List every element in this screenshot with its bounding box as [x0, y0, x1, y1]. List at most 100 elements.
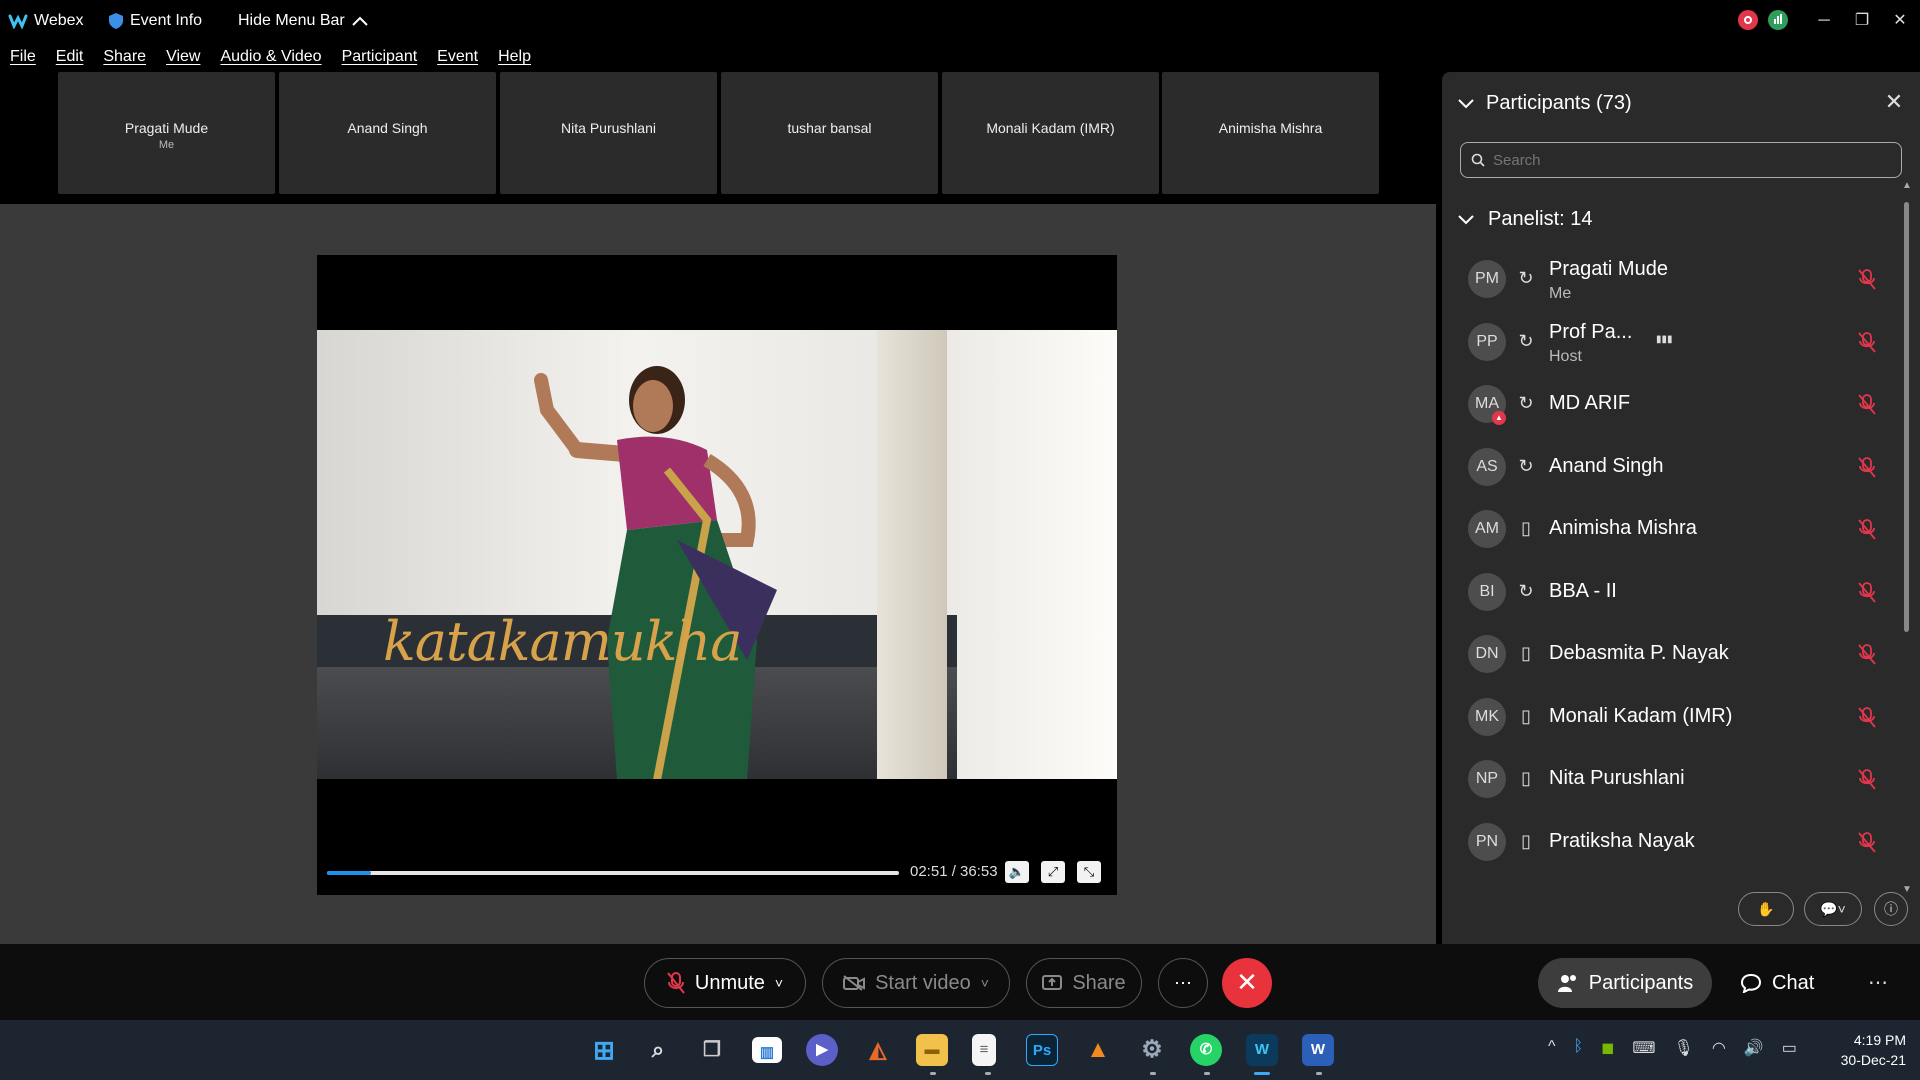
thumbnail-animisha-mishra[interactable]: Animisha Mishra: [1162, 72, 1379, 194]
thumbnail-anand-singh[interactable]: Anand Singh: [279, 72, 496, 194]
participant-name: Monali Kadam (IMR): [1549, 704, 1733, 727]
notepad-icon[interactable]: ≡: [972, 1034, 996, 1066]
participant-name: Animisha Mishra: [1549, 517, 1697, 539]
scroll-down-icon[interactable]: ▼: [1902, 884, 1912, 895]
leave-meeting-button[interactable]: ✕: [1222, 958, 1272, 1008]
muted-mic-icon[interactable]: [1856, 268, 1878, 290]
thumbnail-monali-kadam[interactable]: Monali Kadam (IMR): [942, 72, 1159, 194]
participant-row[interactable]: NP ▯ Nita Purushlani: [1442, 748, 1902, 811]
menu-participant[interactable]: Participant: [332, 44, 428, 72]
participant-row[interactable]: AS ↻ Anand Singh: [1442, 436, 1902, 499]
webex-taskbar-icon[interactable]: W: [1246, 1034, 1278, 1066]
teams-chat-icon[interactable]: ▶: [806, 1034, 838, 1066]
photoshop-icon[interactable]: Ps: [1026, 1034, 1058, 1066]
more-options-button[interactable]: ⋯: [1158, 958, 1208, 1008]
matlab-icon[interactable]: ◭: [862, 1034, 894, 1066]
menu-share[interactable]: Share: [93, 44, 156, 72]
scroll-thumb[interactable]: [1904, 202, 1909, 632]
search-input[interactable]: [1493, 151, 1873, 169]
close-window-icon[interactable]: ✕: [1882, 6, 1918, 36]
whatsapp-icon[interactable]: ✆: [1190, 1034, 1222, 1066]
search-icon[interactable]: ⌕: [642, 1034, 674, 1066]
menu-view[interactable]: View: [156, 44, 210, 72]
vlc-icon[interactable]: ▲: [1082, 1034, 1114, 1066]
nvidia-icon[interactable]: ◼: [1601, 1038, 1614, 1058]
task-view-icon[interactable]: ❐: [696, 1034, 728, 1066]
expand-icon[interactable]: ⤢: [1041, 861, 1065, 883]
hide-menu-bar-button[interactable]: Hide Menu Bar: [238, 12, 369, 30]
muted-mic-icon[interactable]: [1856, 456, 1878, 478]
participant-row[interactable]: PM ↻ Pragati Mude Me: [1442, 248, 1902, 311]
muted-mic-icon[interactable]: [1856, 768, 1878, 790]
widgets-icon[interactable]: ▥: [752, 1037, 782, 1063]
muted-mic-icon[interactable]: [1856, 393, 1878, 415]
reactions-button[interactable]: 💬˅: [1804, 892, 1862, 926]
start-video-button[interactable]: Start video ˅: [822, 958, 1010, 1008]
volume-icon[interactable]: 🔈: [1005, 861, 1029, 883]
participants-panel-header[interactable]: Participants (73): [1458, 92, 1632, 115]
video-frame: katakamukha: [317, 330, 1117, 779]
participant-row[interactable]: AM ▯ Animisha Mishra: [1442, 498, 1902, 561]
microphone-icon[interactable]: 🎙: [1674, 1038, 1694, 1058]
shared-video-player[interactable]: katakamukha 02:51 / 36:53 🔈 ⤢ ⤡: [317, 255, 1117, 895]
network-stats-icon[interactable]: [1768, 10, 1788, 30]
thumbnail-sub: Me: [158, 139, 175, 151]
menu-help[interactable]: Help: [488, 44, 541, 72]
wifi-icon[interactable]: ◠: [1712, 1038, 1726, 1058]
muted-mic-icon[interactable]: [1856, 581, 1878, 603]
participants-button[interactable]: Participants: [1538, 958, 1712, 1008]
minimize-icon[interactable]: ─: [1806, 6, 1842, 36]
muted-mic-icon[interactable]: [1856, 831, 1878, 853]
thumbnail-tushar-bansal[interactable]: tushar bansal: [721, 72, 938, 194]
restore-icon[interactable]: ❐: [1844, 6, 1880, 36]
participant-name: Anand Singh: [1549, 454, 1664, 477]
chevron-down-icon[interactable]: ˅: [981, 975, 989, 991]
chevron-down-icon[interactable]: ˅: [775, 975, 783, 991]
bluetooth-icon[interactable]: ᛒ: [1574, 1038, 1584, 1058]
share-button[interactable]: Share: [1026, 958, 1142, 1008]
menu-edit[interactable]: Edit: [46, 44, 94, 72]
close-panel-icon[interactable]: ✕: [1880, 88, 1908, 116]
volume-tray-icon[interactable]: 🔊: [1744, 1038, 1764, 1058]
muted-mic-icon[interactable]: [1856, 518, 1878, 540]
keyboard-icon[interactable]: ⌨: [1632, 1038, 1655, 1058]
chevron-up-icon[interactable]: ^: [1548, 1038, 1556, 1058]
menu-file[interactable]: File: [0, 44, 46, 72]
raise-hand-button[interactable]: ✋: [1738, 892, 1794, 926]
unmute-button[interactable]: Unmute ˅: [644, 958, 806, 1008]
panelist-count: Panelist: 14: [1488, 208, 1593, 230]
start-icon[interactable]: ⊞: [588, 1034, 620, 1066]
participant-row[interactable]: MK ▯ Monali Kadam (IMR): [1442, 686, 1902, 749]
fullscreen-icon[interactable]: ⤡: [1077, 861, 1101, 883]
muted-mic-icon[interactable]: [1856, 643, 1878, 665]
participant-name: Prof Pa...: [1549, 320, 1633, 343]
video-seek-bar[interactable]: [327, 871, 899, 875]
recording-icon[interactable]: [1738, 10, 1758, 30]
participants-panel-title: Participants (73): [1486, 92, 1632, 114]
participant-row[interactable]: BI ↻ BBA - II: [1442, 561, 1902, 624]
menu-event[interactable]: Event: [427, 44, 488, 72]
muted-mic-icon[interactable]: [1856, 706, 1878, 728]
participant-row[interactable]: DN ▯ Debasmita P. Nayak: [1442, 623, 1902, 686]
participant-row[interactable]: MA ▲ ↻ MD ARIF: [1442, 373, 1902, 436]
thumbnail-nita-purushlani[interactable]: Nita Purushlani: [500, 72, 717, 194]
participant-row[interactable]: PN ▯ Pratiksha Nayak: [1442, 811, 1902, 874]
scroll-up-icon[interactable]: ▲: [1902, 180, 1912, 191]
chat-button[interactable]: Chat: [1740, 958, 1814, 1008]
thumbnail-name: Pragati Mude: [124, 120, 209, 136]
event-info-button[interactable]: Event Info: [108, 12, 202, 30]
info-icon[interactable]: ⓘ: [1874, 892, 1908, 926]
word-icon[interactable]: W: [1302, 1034, 1334, 1066]
clock[interactable]: 4:19 PM 30-Dec-21: [1820, 1030, 1906, 1070]
settings-icon[interactable]: ⚙: [1136, 1034, 1168, 1066]
participant-row[interactable]: PP ↻ Prof Pa... Host ▮▮▮: [1442, 311, 1902, 374]
battery-icon[interactable]: ▭: [1782, 1038, 1797, 1058]
thumbnail-pragati-mude[interactable]: Pragati Mude Me: [58, 72, 275, 194]
muted-mic-icon[interactable]: [1856, 331, 1878, 353]
file-explorer-icon[interactable]: ▬: [916, 1034, 948, 1066]
menu-audio-video[interactable]: Audio & Video: [210, 44, 331, 72]
participant-search-field[interactable]: [1460, 142, 1902, 178]
more-panels-icon[interactable]: ⋯: [1868, 970, 1888, 995]
thumbnail-name: tushar bansal: [787, 120, 872, 136]
panelist-section-header[interactable]: Panelist: 14: [1458, 208, 1593, 231]
